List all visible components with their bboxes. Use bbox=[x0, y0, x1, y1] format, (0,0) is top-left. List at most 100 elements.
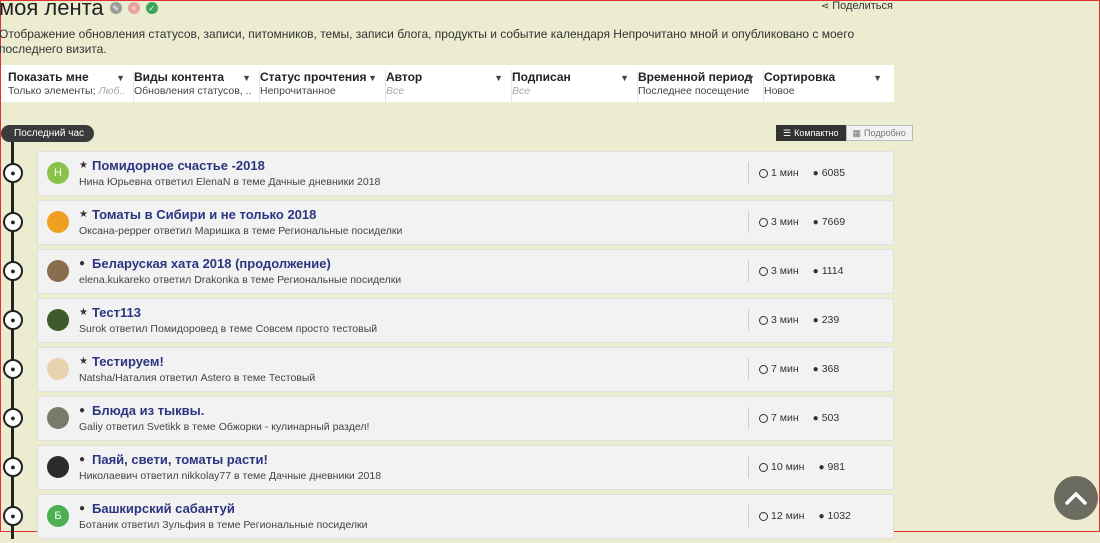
edit-icon[interactable]: ✎ bbox=[109, 2, 122, 14]
topic-title-link[interactable]: Блюда из тыквы. bbox=[92, 403, 204, 418]
topic-title-link[interactable]: Башкирский сабантуй bbox=[92, 501, 235, 516]
comment-icon: ● bbox=[812, 216, 819, 228]
feed-card: Н ★ Помидорное счастье -2018 Нина Юрьевна о… bbox=[37, 151, 894, 196]
feed-card: ★ Тест113 Surok ответил Помидоровед в теме… bbox=[37, 298, 894, 343]
check-icon[interactable]: ✓ bbox=[145, 2, 158, 14]
avatar[interactable] bbox=[47, 358, 69, 380]
comment-bubble-icon: ● bbox=[3, 163, 23, 183]
filter-dropdown[interactable]: Временной период Последнее посещение ▼ bbox=[638, 70, 764, 102]
time-stat: 12 мин bbox=[759, 510, 804, 522]
topic-meta: elena.kukareko ответил Drakonka в теме Р… bbox=[79, 274, 402, 286]
topic-stats: 7 мин ● 503 bbox=[748, 407, 839, 429]
chevron-down-icon: ▼ bbox=[746, 73, 755, 83]
replies-stat: ● 1032 bbox=[818, 510, 850, 522]
filter-value: Все bbox=[386, 85, 503, 97]
time-stat: 3 мин bbox=[759, 314, 799, 326]
reply-count: 503 bbox=[821, 412, 840, 424]
topic-title-link[interactable]: Паяй, свети, томаты расти! bbox=[92, 452, 268, 467]
unread-dot-icon: ● bbox=[79, 258, 86, 269]
topic-meta: Ботаник ответил Зульфия в теме Региональ… bbox=[79, 519, 368, 531]
topic-stats: 3 мин ● 1114 bbox=[748, 260, 844, 282]
comment-bubble-icon: ● bbox=[3, 408, 23, 428]
clock-icon bbox=[759, 315, 768, 325]
time-stat: 7 мин bbox=[759, 363, 799, 375]
topic-stats: 3 мин ● 239 bbox=[748, 309, 839, 331]
avatar[interactable]: Н bbox=[47, 162, 69, 184]
comment-bubble-icon: ● bbox=[3, 310, 23, 330]
page-title: моя лента bbox=[0, 0, 104, 20]
detailed-view-button[interactable]: ▦ Подробно bbox=[845, 125, 913, 141]
topic-title-link[interactable]: Беларуская хата 2018 (продолжение) bbox=[92, 256, 331, 271]
filter-dropdown[interactable]: Показать мнеТолько элементы; Люб... ▼ bbox=[8, 70, 134, 102]
filter-value: Обновления статусов, ... bbox=[134, 85, 251, 97]
feed-item: ● ★ Тестируем! Natsha/Наталия ответил Aster… bbox=[1, 347, 894, 396]
comment-icon: ● bbox=[812, 314, 819, 326]
avatar[interactable]: Б bbox=[47, 505, 69, 527]
feed-item: ● ● Блюда из тыквы. Galiy ответил Svetikk в… bbox=[1, 396, 894, 445]
topic-title-link[interactable]: Тестируем! bbox=[92, 354, 164, 369]
share-link[interactable]: ⋖ Поделиться bbox=[821, 0, 893, 12]
feed-item: ● Н ★ Помидорное счастье -2018 Нина Юрьевна … bbox=[1, 151, 894, 200]
replies-stat: ● 7669 bbox=[813, 216, 845, 228]
topic-stats: 10 мин ● 981 bbox=[748, 456, 845, 478]
filter-value-text: Обновления статусов, ... bbox=[134, 85, 251, 97]
avatar[interactable] bbox=[47, 260, 69, 282]
chevron-down-icon: ▼ bbox=[242, 73, 251, 83]
activity-feed: ● Н ★ Помидорное счастье -2018 Нина Юрьевна … bbox=[1, 151, 894, 543]
comment-bubble-icon: ● bbox=[3, 506, 23, 526]
reply-count: 239 bbox=[821, 314, 840, 326]
compact-view-button[interactable]: ☰ Компактно bbox=[776, 125, 846, 141]
filter-value-text: Непрочитанное bbox=[260, 85, 336, 97]
feed-card: ● Паяй, свети, томаты расти! Николаевич от… bbox=[37, 445, 894, 490]
avatar[interactable] bbox=[47, 456, 69, 478]
filter-label: Виды контента bbox=[134, 70, 225, 84]
filter-dropdown[interactable]: Сортировка Новое ▼ bbox=[764, 70, 890, 102]
chevron-down-icon: ▼ bbox=[620, 73, 629, 83]
compact-view-label: Компактно bbox=[794, 128, 839, 138]
replies-stat: ● 981 bbox=[818, 461, 845, 473]
avatar[interactable] bbox=[47, 211, 69, 233]
topic-heading: ★ Помидорное счастье -2018 bbox=[79, 158, 265, 173]
scroll-to-top-button[interactable] bbox=[1054, 476, 1098, 520]
filter-value-text: Последнее посещение bbox=[638, 85, 750, 97]
filter-dropdown[interactable]: Статус прочтения Непрочитанное ▼ bbox=[260, 70, 386, 102]
comment-icon: ● bbox=[812, 363, 819, 375]
time-stat: 10 мин bbox=[759, 461, 804, 473]
page-header: моя лента ✎ × ✓ Отображение обновления с… bbox=[0, 0, 899, 57]
avatar[interactable] bbox=[47, 407, 69, 429]
share-label: Поделиться bbox=[832, 0, 893, 12]
comment-bubble-icon: ● bbox=[3, 261, 23, 281]
topic-heading: ★ Томаты в Сибири и не только 2018 bbox=[79, 207, 316, 222]
time-ago: 3 мин bbox=[771, 265, 799, 277]
filter-dropdown[interactable]: Автор Все ▼ bbox=[386, 70, 512, 102]
topic-title-link[interactable]: Тест113 bbox=[92, 305, 141, 320]
reply-count: 981 bbox=[827, 461, 846, 473]
filter-dropdown[interactable]: Виды контента Обновления статусов, ... ▼ bbox=[134, 70, 260, 102]
feed-card: Б ● Башкирский сабантуй Ботаник ответил Зул… bbox=[37, 494, 894, 539]
clock-icon bbox=[759, 511, 768, 521]
topic-stats: 7 мин ● 368 bbox=[748, 358, 839, 380]
page-description: Отображение обновления статусов, записи,… bbox=[0, 27, 855, 56]
time-stat: 1 мин bbox=[759, 167, 799, 179]
avatar[interactable] bbox=[47, 309, 69, 331]
comment-icon: ● bbox=[812, 167, 819, 179]
filter-label: Показать мне bbox=[8, 70, 89, 84]
replies-stat: ● 1114 bbox=[813, 265, 844, 277]
clock-icon bbox=[759, 462, 768, 472]
time-ago: 7 мин bbox=[771, 412, 799, 424]
filter-dropdown[interactable]: Подписан Все ▼ bbox=[512, 70, 638, 102]
topic-title-link[interactable]: Томаты в Сибири и не только 2018 bbox=[92, 207, 316, 222]
feed-card: ● Блюда из тыквы. Galiy ответил Svetikk в … bbox=[37, 396, 894, 441]
topic-heading: ★ Тестируем! bbox=[79, 354, 164, 369]
topic-stats: 3 мин ● 7669 bbox=[748, 211, 845, 233]
time-stat: 3 мин bbox=[759, 265, 799, 277]
feed-card: ● Беларуская хата 2018 (продолжение) elena… bbox=[37, 249, 894, 294]
star-icon: ★ bbox=[79, 356, 88, 367]
topic-heading: ● Башкирский сабантуй bbox=[79, 501, 235, 516]
topic-title-link[interactable]: Помидорное счастье -2018 bbox=[92, 158, 265, 173]
filter-label: Подписан bbox=[512, 70, 571, 84]
filter-label: Автор bbox=[386, 70, 423, 84]
clock-icon bbox=[759, 266, 768, 276]
replies-stat: ● 239 bbox=[813, 314, 840, 326]
delete-icon[interactable]: × bbox=[127, 2, 140, 14]
